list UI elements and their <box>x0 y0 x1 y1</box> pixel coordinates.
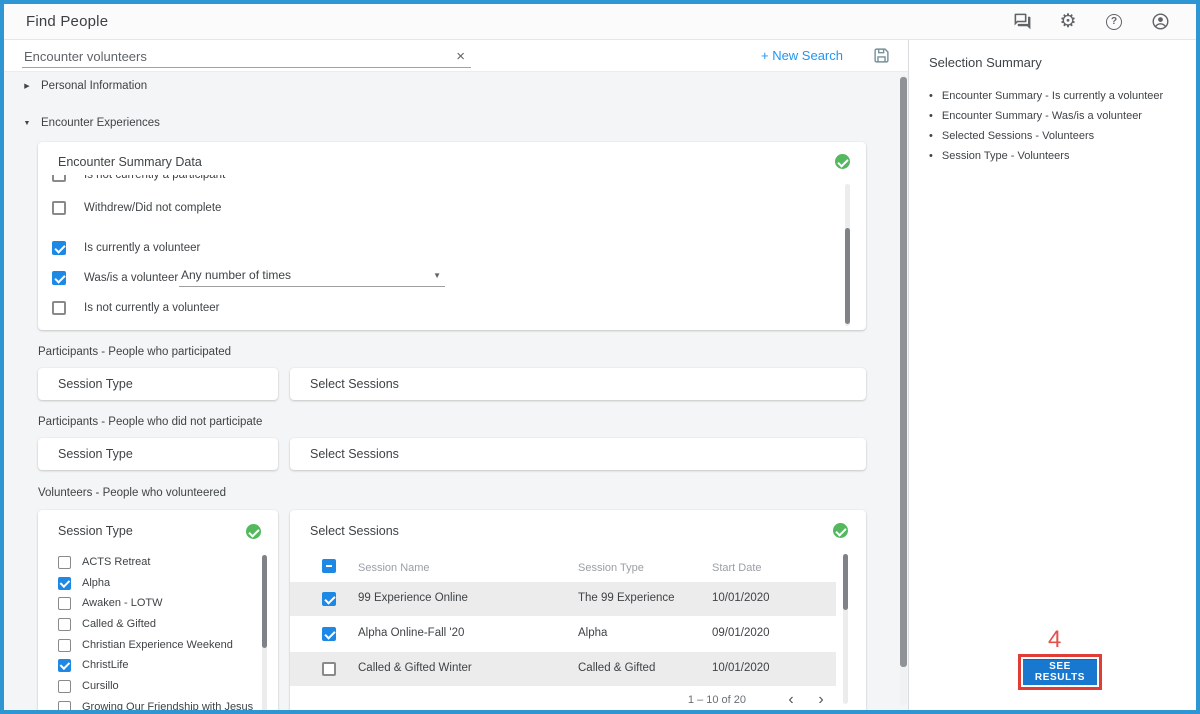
checkbox[interactable] <box>58 617 71 631</box>
session-type-option[interactable]: Cursillo <box>58 679 119 693</box>
card-scrollbar[interactable] <box>843 554 848 704</box>
filters-area: ▶ Personal Information ▼ Encounter Exper… <box>4 72 908 710</box>
panel-title: Selection Summary <box>929 55 1042 70</box>
checkbox[interactable] <box>58 658 71 672</box>
column-header: Session Name <box>358 562 430 574</box>
summary-item: Selected Sessions - Volunteers <box>929 126 1182 146</box>
session-type-option[interactable]: Called & Gifted <box>58 617 156 631</box>
accordion-encounter-experiences[interactable]: ▼ Encounter Experiences <box>22 113 160 133</box>
volunteers-session-type-card: Session Type ACTS Retreat Alpha Awaken -… <box>38 510 278 710</box>
see-results-button[interactable]: SEE RESULTS <box>1023 659 1097 685</box>
account-icon[interactable] <box>1150 12 1170 32</box>
session-table-row[interactable]: Alpha Online-Fall '20 Alpha 09/01/2020 <box>290 617 836 651</box>
section-heading: Participants - People who participated <box>38 346 232 358</box>
clear-search-icon[interactable]: × <box>452 49 469 64</box>
checkbox[interactable] <box>52 175 66 182</box>
summary-item: Encounter Summary - Was/is a volunteer <box>929 106 1182 126</box>
filter-active-check-icon <box>835 154 850 169</box>
checkbox[interactable] <box>322 662 336 676</box>
checkbox-row[interactable]: Is not currently a volunteer <box>52 300 220 316</box>
save-search-icon[interactable] <box>873 47 890 64</box>
checkbox[interactable] <box>52 201 66 215</box>
checkbox[interactable] <box>58 679 71 693</box>
checkbox[interactable] <box>58 596 71 610</box>
search-field[interactable]: × <box>22 44 471 68</box>
filter-active-check-icon <box>833 523 848 538</box>
checkbox[interactable] <box>58 555 71 569</box>
session-type-option[interactable]: Christian Experience Weekend <box>58 638 233 652</box>
gear-icon[interactable]: ⚙ <box>1058 12 1078 32</box>
help-icon[interactable]: ? <box>1104 12 1124 32</box>
search-input[interactable] <box>24 48 453 64</box>
main-column: × + New Search ▶ Personal Information <box>4 40 908 710</box>
column-header: Session Type <box>578 562 644 574</box>
card-scrollbar[interactable] <box>845 184 850 326</box>
session-type-option[interactable]: Growing Our Friendship with Jesus <box>58 700 253 710</box>
chevron-right-icon: ▶ <box>24 83 30 90</box>
chat-icon[interactable] <box>1012 12 1032 32</box>
page-next-icon[interactable]: › <box>806 692 836 708</box>
column-header: Start Date <box>712 562 762 574</box>
filter-active-check-icon <box>246 524 261 539</box>
select-sessions-card-participated[interactable]: Select Sessions <box>290 368 866 400</box>
selection-summary-list: Encounter Summary - Is currently a volun… <box>929 86 1182 166</box>
table-pagination: 1 – 10 of 20 ‹ › <box>290 692 836 708</box>
section-heading: Volunteers - People who volunteered <box>38 487 226 499</box>
frequency-select[interactable]: Any number of times ▼ <box>179 268 445 287</box>
session-type-option[interactable]: ACTS Retreat <box>58 555 150 569</box>
session-type-option[interactable]: Alpha <box>58 576 110 590</box>
section-heading: Participants - People who did not partic… <box>38 416 263 428</box>
annotation-highlight-box: SEE RESULTS <box>1018 654 1102 690</box>
chevron-down-icon: ▼ <box>23 119 31 127</box>
new-search-button[interactable]: + New Search <box>761 48 843 63</box>
checkbox[interactable] <box>322 592 336 606</box>
dropdown-arrow-icon: ▼ <box>433 270 441 280</box>
main-scrollbar[interactable] <box>900 75 907 705</box>
session-table-row[interactable]: 99 Experience Online The 99 Experience 1… <box>290 582 836 616</box>
selection-summary-panel: Selection Summary Encounter Summary - Is… <box>908 40 1196 710</box>
checkbox[interactable] <box>52 301 66 315</box>
card-title: Encounter Summary Data <box>58 155 202 169</box>
titlebar-icons: ⚙ ? <box>1012 12 1170 32</box>
sessions-table-header: Session Name Session Type Start Date <box>290 556 852 582</box>
volunteers-select-sessions-card: Select Sessions Session Name Session Typ… <box>290 510 866 710</box>
session-type-card-not-participated[interactable]: Session Type <box>38 438 278 470</box>
session-table-row[interactable]: Called & Gifted Winter Called & Gifted 1… <box>290 652 836 686</box>
annotation-step-number: 4 <box>1048 626 1062 653</box>
accordion-personal-information[interactable]: ▶ Personal Information <box>22 76 147 96</box>
checkbox[interactable] <box>58 576 71 590</box>
checkbox-row-clipped: Is not currently a participant <box>52 175 452 187</box>
summary-item: Encounter Summary - Is currently a volun… <box>929 86 1182 106</box>
checkbox[interactable] <box>52 271 66 285</box>
session-type-card-participated[interactable]: Session Type <box>38 368 278 400</box>
summary-item: Session Type - Volunteers <box>929 146 1182 166</box>
card-scrollbar[interactable] <box>262 555 267 710</box>
checkbox-row[interactable]: Is currently a volunteer <box>52 240 200 256</box>
titlebar: Find People ⚙ ? <box>4 4 1196 40</box>
encounter-summary-card: Encounter Summary Data Is not currently … <box>38 142 866 330</box>
select-sessions-card-not-participated[interactable]: Select Sessions <box>290 438 866 470</box>
session-type-option[interactable]: ChristLife <box>58 658 128 672</box>
search-bar: × + New Search <box>4 40 908 72</box>
checkbox-row[interactable]: Was/is a volunteer Any number of times ▼ <box>52 268 752 287</box>
session-type-option[interactable]: Awaken - LOTW <box>58 596 163 610</box>
pagination-range: 1 – 10 of 20 <box>687 694 746 706</box>
page-title: Find People <box>26 13 109 30</box>
checkbox[interactable] <box>58 638 71 652</box>
checkbox[interactable] <box>58 700 71 710</box>
checkbox[interactable] <box>52 241 66 255</box>
select-all-checkbox[interactable] <box>322 559 336 573</box>
checkbox-row[interactable]: Withdrew/Did not complete <box>52 200 221 216</box>
page-previous-icon[interactable]: ‹ <box>776 692 806 708</box>
checkbox[interactable] <box>322 627 336 641</box>
find-people-window: Find People ⚙ ? Encounter volunteers × +… <box>0 0 1200 714</box>
